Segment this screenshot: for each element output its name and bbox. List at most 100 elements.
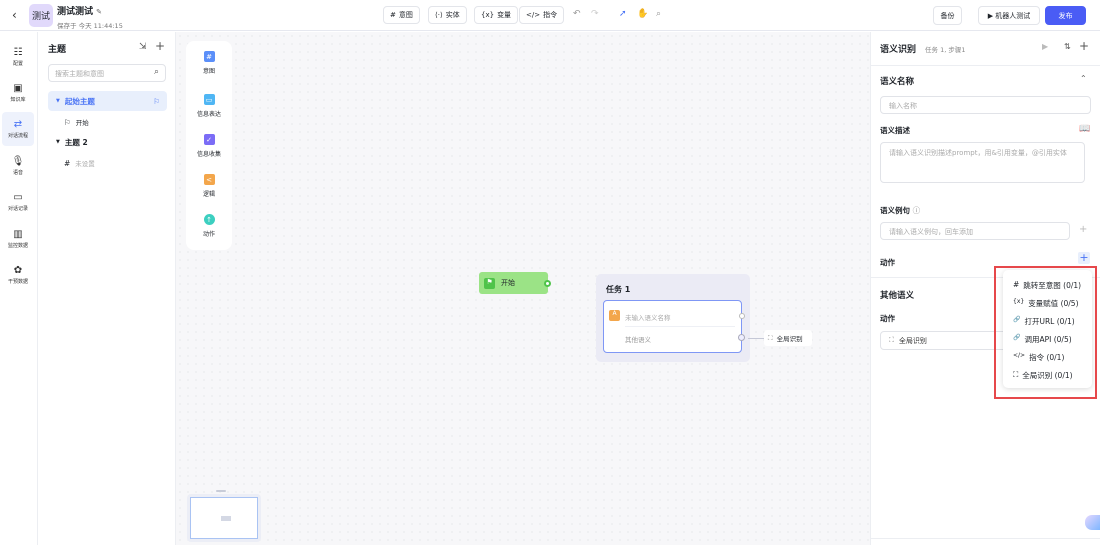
message-icon: ▭	[203, 94, 215, 105]
nav-dialog-flow[interactable]: ⇄ 对话流程	[2, 112, 34, 146]
chevron-up-icon[interactable]: ⌃	[1080, 74, 1087, 83]
edge	[748, 338, 765, 339]
topic-child-unset[interactable]: # 未设置	[48, 153, 167, 173]
book-icon[interactable]: 📖	[1079, 124, 1090, 134]
highlight-box	[994, 266, 1097, 399]
circles-icon: ✿	[13, 265, 23, 276]
other-action-label: 动作	[880, 314, 895, 323]
flow-canvas[interactable]: # 意图 ▭ 信息表达 ✓ 信息收集 < 逻辑 ↑ 动作 ⚑ 开始 任务 1 A 未输入语义…	[176, 32, 870, 545]
nav-label: 干预数据	[7, 279, 28, 285]
nav-label: 监控数据	[7, 243, 28, 249]
add-example-icon[interactable]: +	[1079, 224, 1087, 235]
semantic-placeholder: 未输入语义名称	[625, 314, 671, 322]
flag-icon: ⚐	[153, 96, 160, 106]
name-section-title: 语义名称	[880, 77, 915, 87]
nav-knowledge[interactable]: ▣ 知识库	[2, 76, 34, 110]
divider	[871, 65, 1100, 66]
import-icon[interactable]: ⇲	[139, 42, 147, 52]
minimap[interactable]	[187, 494, 261, 542]
nav-intervention[interactable]: ✿ 干预数据	[2, 258, 34, 292]
palette-label: 逻辑	[202, 191, 215, 198]
flow-icon: ⇄	[13, 119, 23, 130]
nav-config[interactable]: ☷ 配置	[2, 40, 34, 74]
example-label: 语义例句	[880, 206, 910, 215]
divider	[871, 538, 1100, 539]
help-icon[interactable]: ⓘ	[913, 206, 921, 215]
robot-test-label: 机器人测试	[995, 11, 1031, 20]
backup-button[interactable]: 备份	[933, 6, 962, 25]
action-icon: ↑	[203, 214, 215, 225]
play-icon[interactable]: ▶	[1042, 42, 1048, 51]
palette-intent[interactable]: # 意图	[186, 51, 232, 75]
robot-test-button[interactable]: ▶ 机器人测试	[978, 6, 1040, 25]
add-topic-icon[interactable]: +	[155, 39, 165, 53]
edit-icon[interactable]: ✎	[96, 8, 102, 16]
global-recognition-node[interactable]: ⛶ 全局识别	[764, 330, 812, 346]
panel-title: 语义识别	[880, 45, 917, 55]
palette-collect[interactable]: ✓ 信息收集	[186, 134, 232, 158]
back-icon[interactable]: ‹	[12, 8, 17, 22]
sort-icon[interactable]: ⇅	[1064, 42, 1071, 51]
task-node[interactable]: 任务 1 A 未输入语义名称 其他语义	[596, 274, 750, 362]
assistant-mascot-icon[interactable]	[1085, 515, 1100, 530]
add-action-button[interactable]: +	[1078, 252, 1090, 264]
command-button[interactable]: </> 指令	[519, 6, 565, 24]
palette-label: 信息表达	[196, 111, 221, 118]
output-port[interactable]	[739, 313, 745, 319]
scan-icon: ⛶	[889, 336, 894, 344]
name-input[interactable]: 输入名称	[880, 96, 1091, 114]
global-recognition-label: 全局识别	[776, 335, 803, 343]
topic-label: 起始主题	[64, 96, 95, 106]
desc-label: 语义描述	[880, 126, 910, 135]
start-node[interactable]: ⚑ 开始	[479, 272, 551, 294]
output-port[interactable]	[544, 279, 551, 287]
redo-icon[interactable]: ↷	[591, 9, 599, 19]
nav-label: 配置	[12, 61, 23, 67]
topic-child-start[interactable]: ⚐ 开始	[48, 112, 167, 132]
divider	[625, 326, 735, 327]
topics-title: 主题	[48, 45, 67, 55]
caret-down-icon: ▼	[56, 139, 60, 145]
entity-button[interactable]: ⟨·⟩ 实体	[428, 6, 467, 24]
document-icon: ▣	[13, 83, 23, 94]
hand-icon[interactable]: ✋	[637, 9, 648, 19]
saved-time: 保存于 今天 11:44:15	[57, 22, 123, 30]
variable-icon: {x}	[481, 11, 495, 19]
nav-label: 语音	[12, 170, 23, 176]
publish-button[interactable]: 发布	[1045, 6, 1086, 25]
intent-button[interactable]: # 意图	[383, 6, 420, 24]
topic-label: 未设置	[75, 160, 95, 168]
output-port[interactable]	[738, 334, 745, 341]
flag-icon: ⚑	[484, 277, 495, 289]
app-avatar: 测试	[29, 4, 53, 27]
nav-voice[interactable]: 🎙 语音	[2, 149, 34, 183]
variable-button[interactable]: {x} 变量	[474, 6, 519, 24]
add-icon[interactable]: +	[1079, 39, 1089, 53]
nav-records[interactable]: ▭ 对话记录	[2, 185, 34, 219]
entity-label: 实体	[445, 11, 460, 19]
task-title: 任务 1	[606, 285, 631, 294]
variable-label: 变量	[497, 11, 512, 19]
branch-icon: <	[203, 174, 215, 185]
nav-monitor[interactable]: ▥ 监控数据	[2, 222, 34, 256]
desc-textarea[interactable]: 请输入语义识别描述prompt，用&引用变量，@引用实体	[880, 142, 1085, 183]
app-title: 测试测试	[57, 7, 94, 17]
example-input[interactable]: 请输入语义例句，回车添加	[880, 222, 1070, 240]
nav-label: 知识库	[10, 97, 26, 103]
topic-start[interactable]: ▼ 起始主题 ⚐	[48, 91, 167, 111]
topic-2[interactable]: ▼ 主题 2	[48, 132, 167, 152]
topic-search-input[interactable]: 搜索主题和意图 ⌕	[48, 64, 166, 82]
semantic-card[interactable]: A 未输入语义名称 其他语义	[603, 300, 745, 353]
other-action-value: 全局识别	[898, 337, 927, 345]
topic-label: 主题 2	[64, 137, 88, 147]
palette-logic[interactable]: < 逻辑	[186, 174, 232, 198]
minimap-handle[interactable]	[216, 490, 226, 492]
search-icon[interactable]: ⌕	[656, 9, 661, 19]
undo-icon[interactable]: ↶	[573, 9, 581, 19]
folder-check-icon: ✓	[203, 134, 215, 145]
chat-icon: ▭	[13, 192, 23, 203]
palette-message[interactable]: ▭ 信息表达	[186, 94, 232, 118]
start-node-label: 开始	[501, 279, 515, 287]
palette-action[interactable]: ↑ 动作	[186, 214, 232, 238]
pointer-icon[interactable]: ➚	[619, 9, 627, 19]
